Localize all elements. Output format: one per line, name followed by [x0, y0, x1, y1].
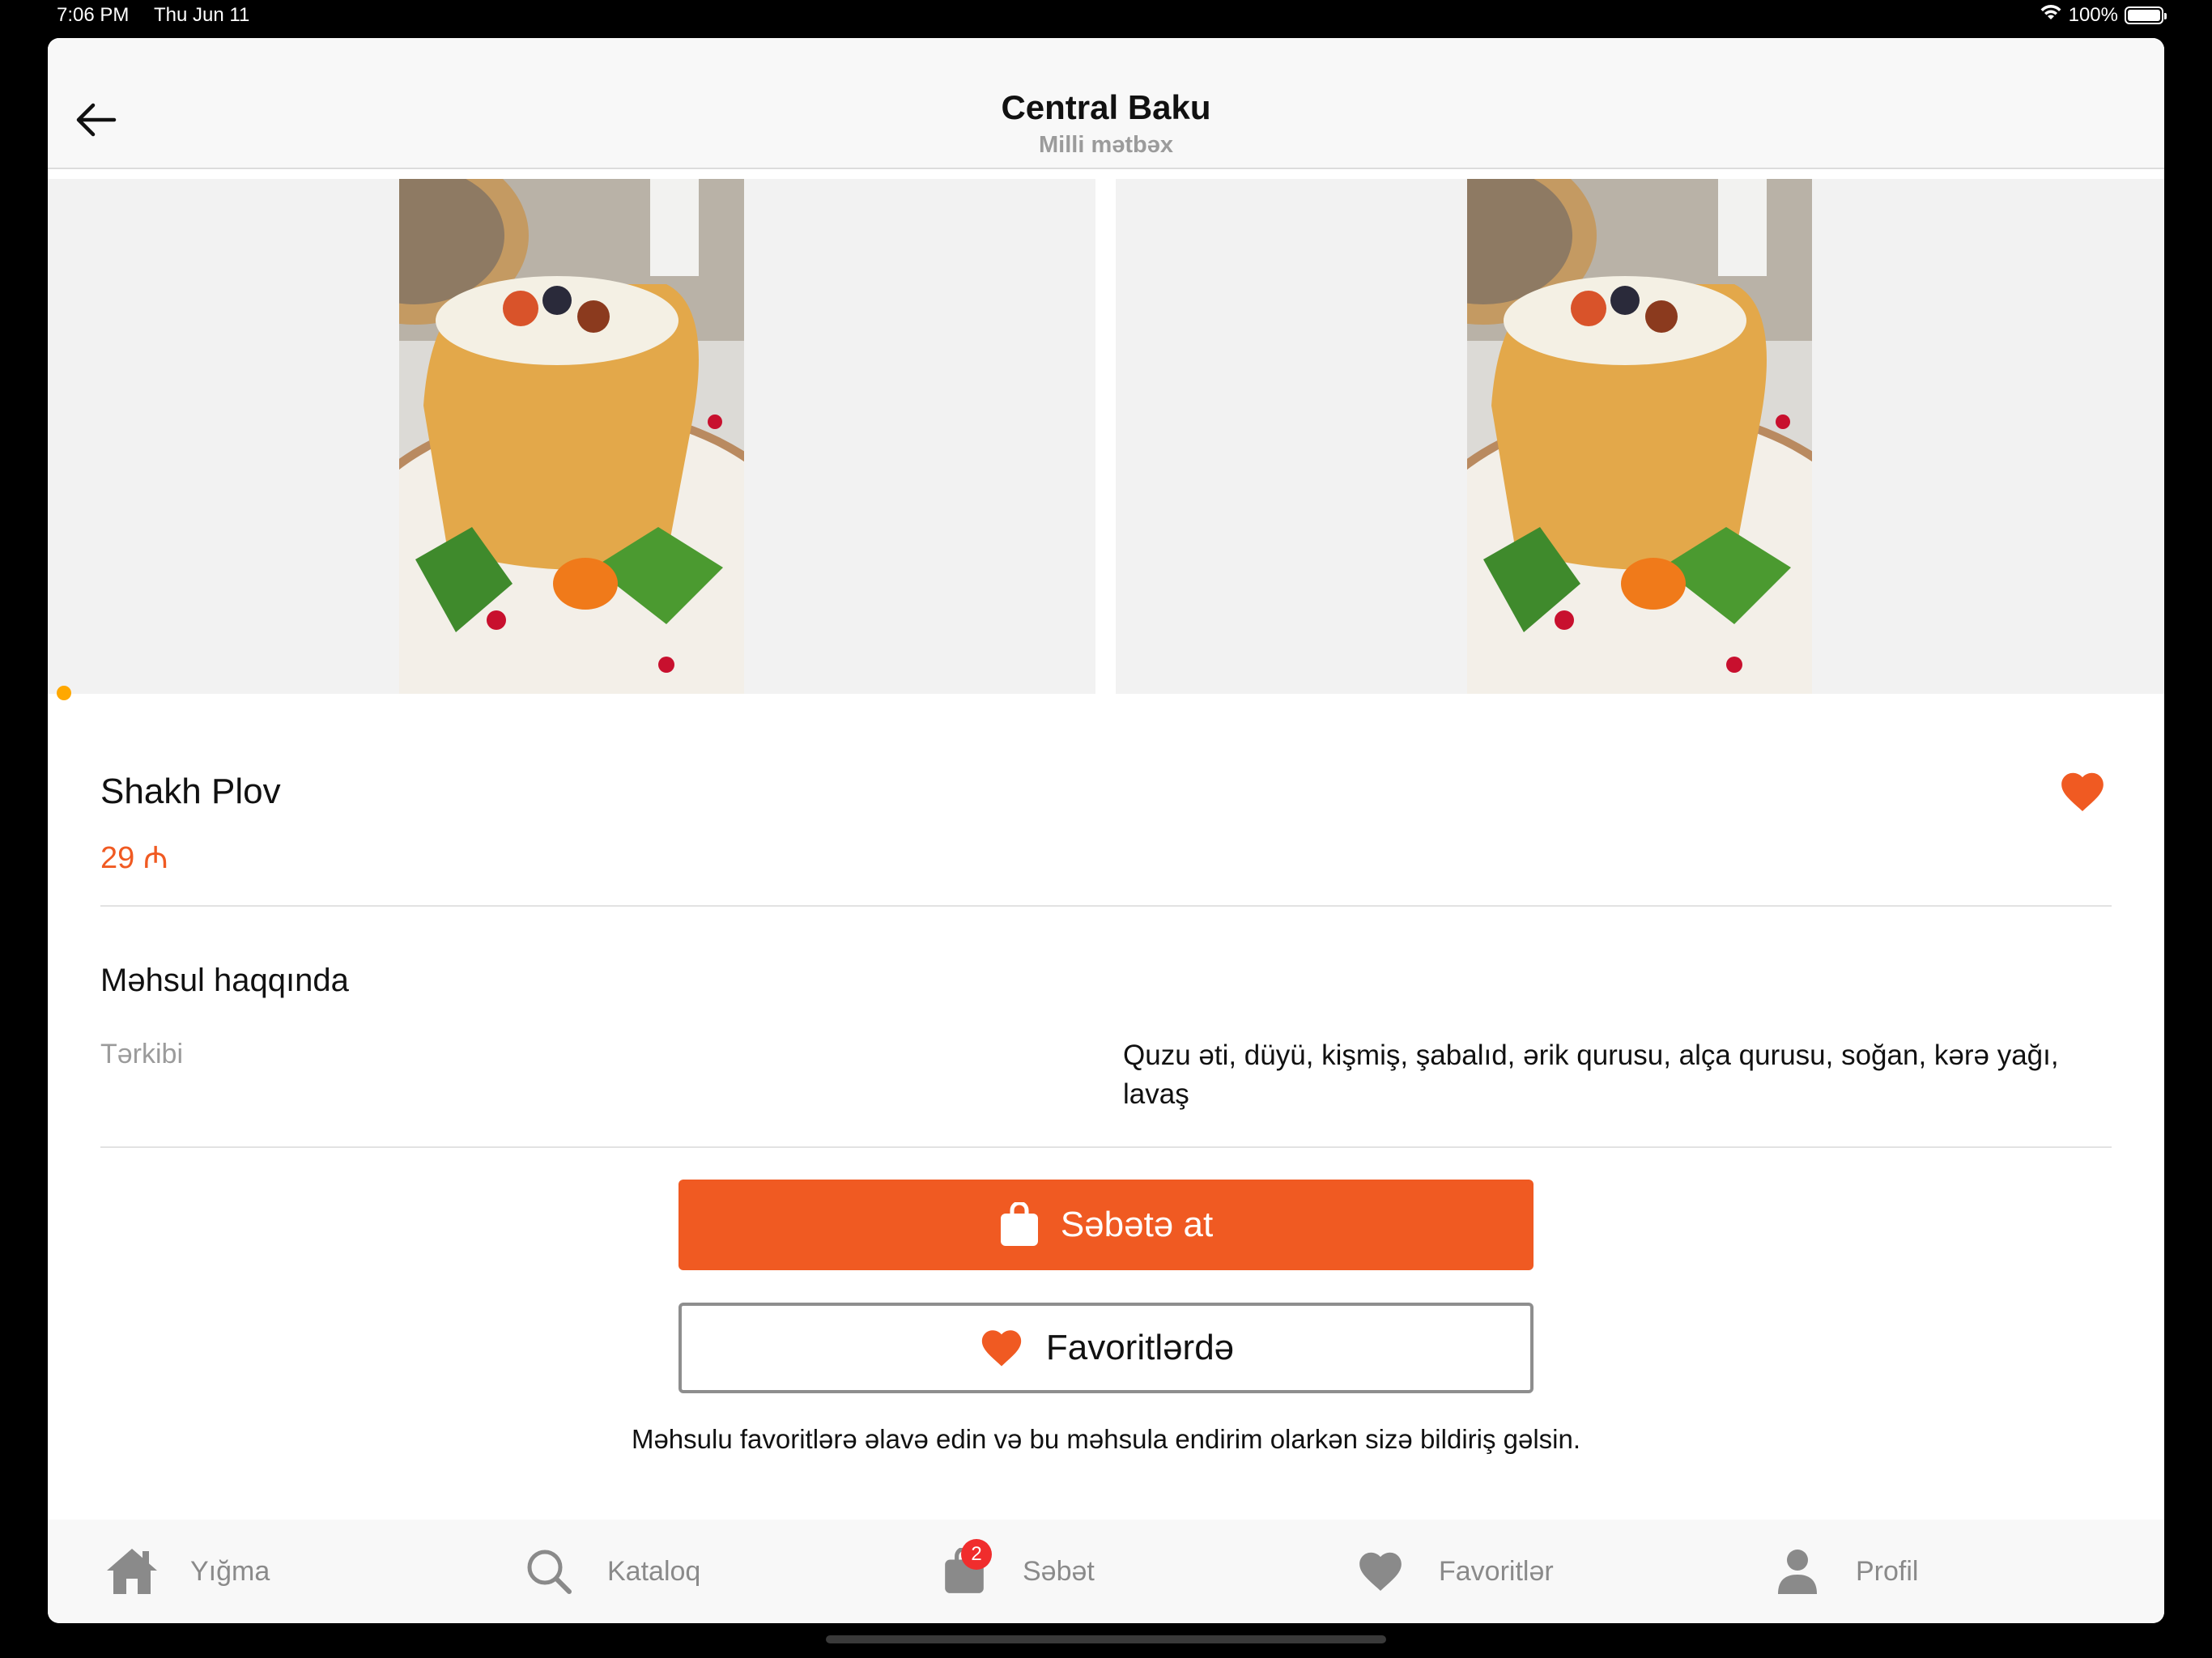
heart-icon: [2061, 772, 2104, 812]
tab-label: Favoritlər: [1439, 1555, 1554, 1587]
bag-icon: [1000, 1202, 1038, 1246]
ingredients-label: Tərkibi: [100, 1039, 184, 1069]
status-date: Thu Jun 11: [154, 4, 250, 26]
gallery-slide[interactable]: [48, 179, 1095, 700]
heart-icon: [981, 1330, 1022, 1367]
page-subtitle: Milli mətbəx: [1039, 132, 1173, 158]
home-icon: [104, 1544, 160, 1599]
app-window: Central Baku Milli mətbəx Shakh Plov 29 …: [48, 38, 2164, 1623]
tab-home[interactable]: Yığma: [104, 1520, 270, 1623]
product-name: Shakh Plov: [100, 772, 281, 811]
home-indicator[interactable]: [826, 1635, 1386, 1643]
page-title: Central Baku: [1001, 88, 1211, 126]
battery-percent: 100%: [2068, 3, 2118, 26]
add-to-cart-button[interactable]: Səbətə at: [678, 1180, 1534, 1270]
favorites-button[interactable]: Favoritlərdə: [678, 1303, 1534, 1393]
status-bar: 7:06 PM Thu Jun 11 100%: [0, 0, 2212, 32]
tab-label: Kataloq: [607, 1555, 701, 1587]
battery-icon: [2125, 6, 2167, 24]
divider: [100, 1146, 2112, 1148]
search-icon: [521, 1544, 576, 1599]
about-section-title: Məhsul haqqında: [100, 963, 349, 998]
gallery-slide[interactable]: [1116, 179, 2164, 694]
cart-badge: 2: [961, 1539, 992, 1570]
tab-catalog[interactable]: Kataloq: [521, 1520, 700, 1623]
tab-favorites[interactable]: Favoritlər: [1353, 1520, 1554, 1623]
person-icon: [1770, 1544, 1825, 1599]
status-time: 7:06 PM: [57, 4, 130, 26]
favorites-label: Favoritlərdə: [1045, 1328, 1235, 1367]
wifi-icon: [2040, 3, 2062, 27]
tab-bar: Yığma Kataloq 2 Səbət Favoritlər Profil: [48, 1520, 2164, 1623]
tab-profile[interactable]: Profil: [1770, 1520, 1918, 1623]
product-gallery[interactable]: [48, 179, 2164, 700]
tab-cart[interactable]: 2 Səbət: [937, 1520, 1095, 1623]
plov-photo: [1467, 179, 1812, 694]
tab-label: Profil: [1856, 1555, 1919, 1587]
ingredients-value: Quzu əti, düyü, kişmiş, şabalıd, ərik qu…: [1123, 1039, 2059, 1110]
plov-photo: [399, 179, 744, 694]
product-price: 29 ₼: [100, 841, 168, 875]
favorites-hint: Məhsulu favoritlərə əlavə edin və bu məh…: [631, 1424, 1581, 1454]
tab-label: Yığma: [190, 1555, 270, 1587]
bag-icon: 2: [937, 1539, 992, 1599]
gallery-page-indicator: [57, 686, 71, 700]
navigation-header: Central Baku Milli mətbəx: [48, 38, 2164, 169]
status-indicators: 100%: [2040, 3, 2167, 27]
heart-icon: [1353, 1544, 1408, 1599]
tab-label: Səbət: [1023, 1555, 1095, 1587]
divider: [100, 905, 2112, 907]
add-to-cart-label: Səbətə at: [1060, 1205, 1214, 1244]
favorite-toggle[interactable]: [2057, 767, 2108, 817]
